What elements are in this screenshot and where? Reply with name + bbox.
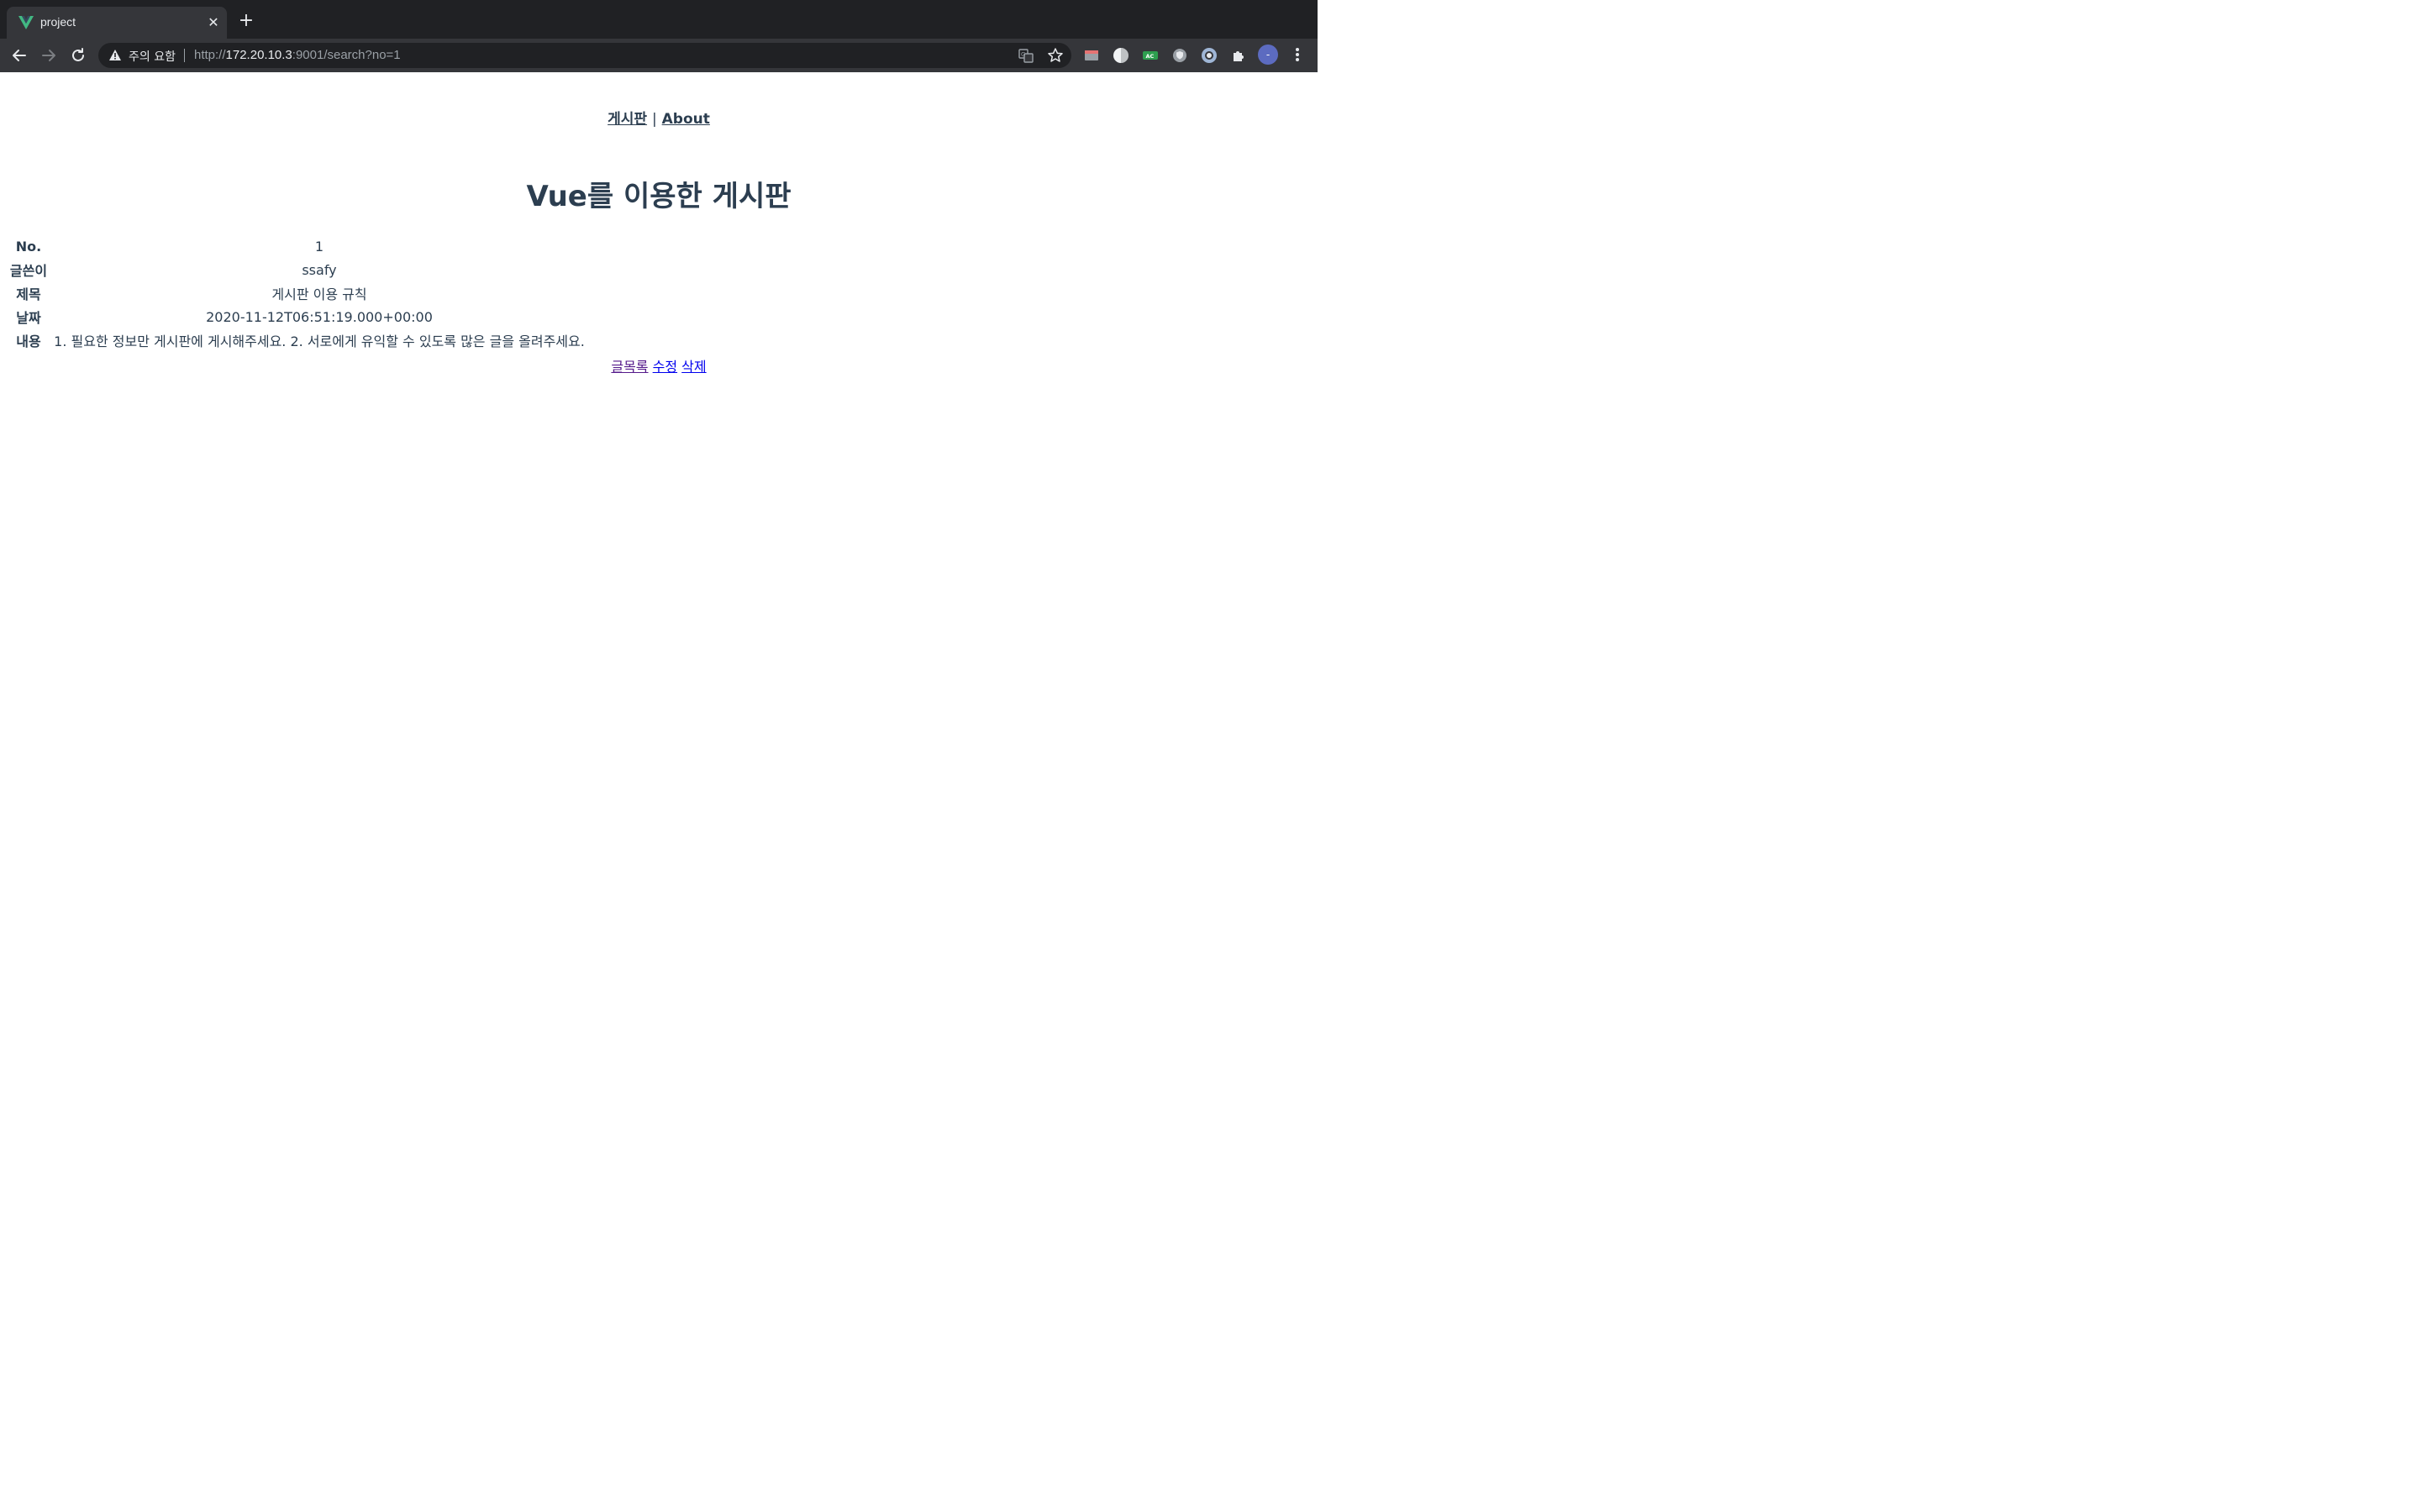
page-title: Vue를 이용한 게시판	[526, 180, 792, 213]
warning-icon	[109, 50, 121, 60]
detail-value-date: 2020-11-12T06:51:19.000+00:00	[206, 308, 433, 325]
svg-text:G: G	[1021, 51, 1025, 58]
detail-row-no: No. 1	[7, 234, 588, 258]
svg-text:AC: AC	[1146, 53, 1155, 60]
detail-label-title: 제목	[16, 286, 41, 302]
nav-separator: |	[651, 111, 657, 128]
url-path: :9001/search?no=1	[292, 48, 401, 62]
nav-link-about[interactable]: About	[662, 111, 710, 128]
extension-shield-icon[interactable]	[1171, 46, 1189, 65]
detail-row-date: 날짜 2020-11-12T06:51:19.000+00:00	[7, 305, 588, 328]
extension-drop-icon[interactable]	[1200, 46, 1218, 65]
detail-row-writer: 글쓴이 ssafy	[7, 258, 588, 281]
post-actions: 글목록 수정 삭제	[0, 355, 1318, 375]
detail-label-content: 내용	[16, 333, 41, 349]
bookmark-star-icon[interactable]	[1047, 47, 1064, 64]
more-menu-icon[interactable]	[1289, 45, 1306, 64]
delete-link[interactable]: 삭제	[681, 359, 706, 375]
url-host: 172.20.10.3	[225, 48, 292, 62]
browser-toolbar: 주의 요함 http://172.20.10.3:9001/search?no=…	[0, 39, 1318, 72]
detail-label-writer: 글쓴이	[9, 263, 48, 279]
address-bar[interactable]: 주의 요함 http://172.20.10.3:9001/search?no=…	[98, 43, 1071, 68]
detail-label-no: No.	[15, 238, 42, 255]
extension-circle-icon[interactable]	[1112, 46, 1130, 65]
url-text[interactable]: http://172.20.10.3:9001/search?no=1	[194, 48, 401, 62]
extension-ac-icon[interactable]: AC	[1141, 46, 1160, 65]
detail-row-content: 내용 1. 필요한 정보만 게시판에 게시해주세요. 2. 서로에게 유익할 수…	[7, 328, 588, 352]
detail-value-title: 게시판 이용 규칙	[271, 286, 367, 302]
top-nav: 게시판 | About	[0, 107, 1318, 128]
detail-value-writer: ssafy	[302, 261, 337, 278]
close-tab-icon[interactable]: ✕	[205, 14, 222, 31]
forward-arrow-icon[interactable]	[38, 45, 60, 66]
translate-icon[interactable]: G	[1018, 47, 1034, 64]
security-warning-label[interactable]: 주의 요함	[129, 48, 176, 65]
new-tab-button[interactable]: +	[237, 12, 255, 30]
detail-value-content: 1. 필요한 정보만 게시판에 게시해주세요. 2. 서로에게 유익할 수 있도…	[54, 333, 585, 349]
extension-window-icon[interactable]	[1082, 46, 1101, 65]
post-detail-table: No. 1 글쓴이 ssafy 제목 게시판 이용 규칙 날짜 2020-11-…	[7, 234, 588, 352]
detail-value-no: 1	[314, 238, 324, 255]
profile-avatar[interactable]: -	[1258, 45, 1278, 65]
detail-row-title: 제목 게시판 이용 규칙	[7, 281, 588, 305]
nav-link-board[interactable]: 게시판	[608, 111, 647, 128]
detail-label-date: 날짜	[16, 310, 41, 326]
list-link[interactable]: 글목록	[611, 359, 648, 375]
vue-logo-icon	[18, 16, 34, 29]
tab-strip: project ✕ +	[0, 0, 1318, 39]
extensions-puzzle-icon[interactable]	[1229, 46, 1248, 65]
url-scheme: http://	[194, 48, 226, 62]
page-content: 게시판 | About Vue를 이용한 게시판 No. 1 글쓴이 ssafy…	[0, 72, 1318, 823]
browser-tab[interactable]: project ✕	[7, 7, 227, 39]
back-arrow-icon[interactable]	[8, 45, 30, 66]
reload-icon[interactable]	[67, 45, 89, 66]
edit-link[interactable]: 수정	[653, 359, 677, 375]
omnibox-divider	[184, 49, 185, 62]
tab-title: project	[40, 15, 76, 29]
